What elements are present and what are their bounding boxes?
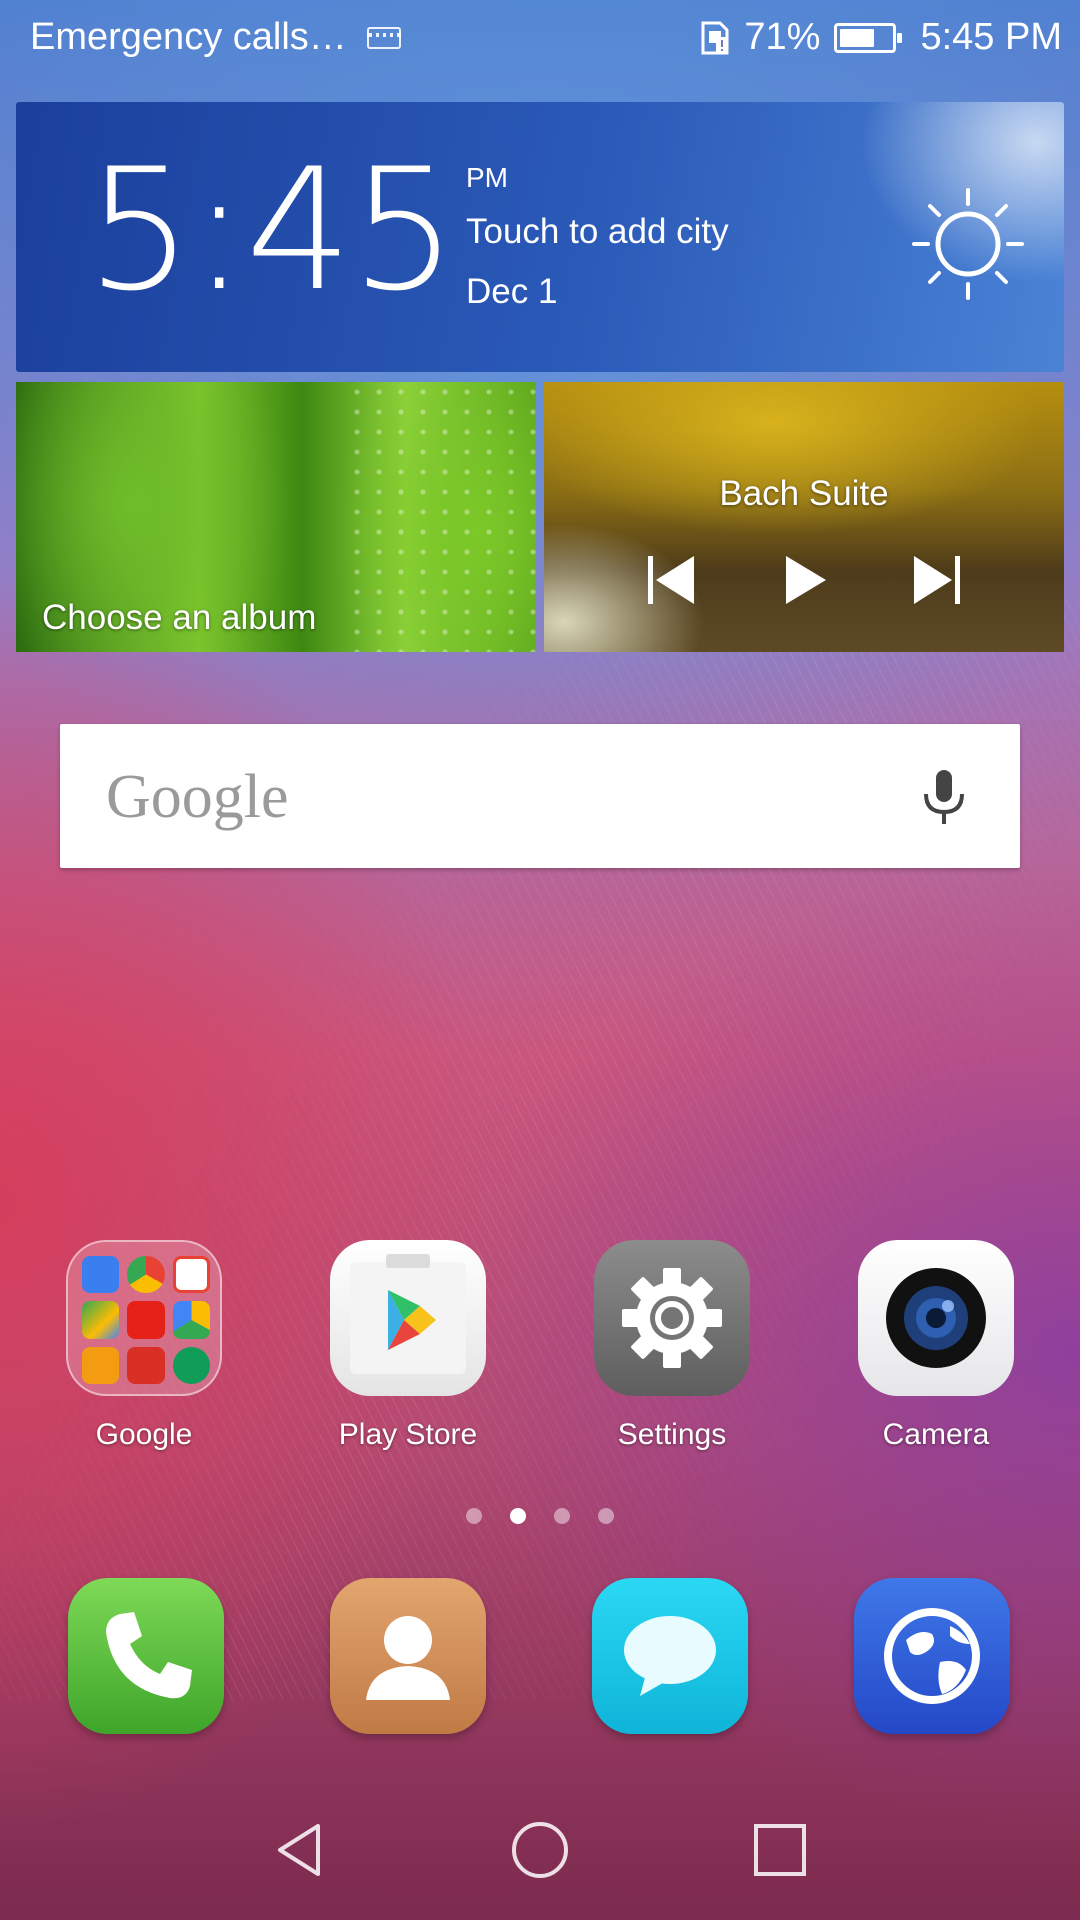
recents-icon[interactable]: [750, 1820, 810, 1880]
app-play-store[interactable]: Play Store: [308, 1240, 508, 1452]
navigation-bar: [0, 1776, 1080, 1920]
app-label: Google: [95, 1418, 193, 1451]
browser-icon[interactable]: [854, 1578, 1010, 1734]
app-label: Settings: [617, 1418, 727, 1451]
battery-icon: [834, 22, 903, 53]
clock-ampm: PM: [466, 162, 508, 193]
play-movies-mini-icon: [127, 1346, 165, 1384]
app-camera[interactable]: Camera: [836, 1240, 1036, 1452]
next-icon[interactable]: [904, 550, 964, 610]
album-widget[interactable]: Choose an album: [16, 382, 536, 652]
hangouts-mini-icon: [172, 1346, 210, 1384]
previous-icon[interactable]: [644, 550, 704, 610]
app-settings[interactable]: Settings: [572, 1240, 772, 1452]
mic-icon[interactable]: [912, 764, 976, 828]
maps-mini-icon: [82, 1301, 120, 1339]
messaging-icon[interactable]: [592, 1578, 748, 1734]
page-dot[interactable]: [554, 1508, 570, 1524]
clock-time[interactable]: 5:45: [86, 146, 457, 314]
page-indicator: [0, 1508, 1080, 1524]
play-music-mini-icon: [82, 1346, 120, 1384]
page-dot[interactable]: [466, 1508, 482, 1524]
track-title: Bach Suite: [719, 474, 889, 513]
app-label: Camera: [882, 1418, 990, 1451]
status-time: 5:45 PM: [920, 16, 1062, 58]
sim-alert-icon: [701, 21, 729, 54]
choose-album-label: Choose an album: [42, 598, 317, 637]
google-search-bar[interactable]: Google: [60, 724, 1020, 868]
clock-weather-widget[interactable]: 5:45 PM Touch to add city Dec 1: [16, 102, 1064, 372]
settings-gear-icon[interactable]: [594, 1240, 750, 1396]
app-google-folder[interactable]: Google: [44, 1240, 244, 1452]
clock-date: Dec 1: [466, 272, 558, 311]
back-icon[interactable]: [270, 1820, 330, 1880]
battery-percent: 71%: [744, 16, 821, 58]
chrome-mini-icon: [127, 1256, 165, 1294]
drive-mini-icon: [172, 1301, 210, 1339]
page-dot[interactable]: [598, 1508, 614, 1524]
page-dot-active[interactable]: [510, 1508, 526, 1524]
google-folder-icon[interactable]: [66, 1240, 222, 1396]
music-widget[interactable]: Bach Suite: [544, 382, 1064, 652]
google-search-mini-icon: [82, 1256, 120, 1294]
phone-icon[interactable]: [68, 1578, 224, 1734]
status-bar: Emergency calls… 71% 5:45 PM: [0, 0, 1080, 80]
carrier-text: Emergency calls…: [30, 16, 347, 58]
keyboard-icon: [366, 26, 401, 49]
play-icon[interactable]: [774, 550, 834, 610]
gmail-mini-icon: [172, 1256, 210, 1294]
camera-icon[interactable]: [858, 1240, 1014, 1396]
play-store-icon[interactable]: [330, 1240, 486, 1396]
youtube-mini-icon: [127, 1301, 165, 1339]
sun-icon[interactable]: [908, 184, 1028, 304]
google-logo: Google: [106, 763, 289, 831]
add-city-link[interactable]: Touch to add city: [466, 212, 729, 252]
app-label: Play Store: [338, 1418, 478, 1451]
contacts-icon[interactable]: [330, 1578, 486, 1734]
home-icon[interactable]: [510, 1820, 570, 1880]
